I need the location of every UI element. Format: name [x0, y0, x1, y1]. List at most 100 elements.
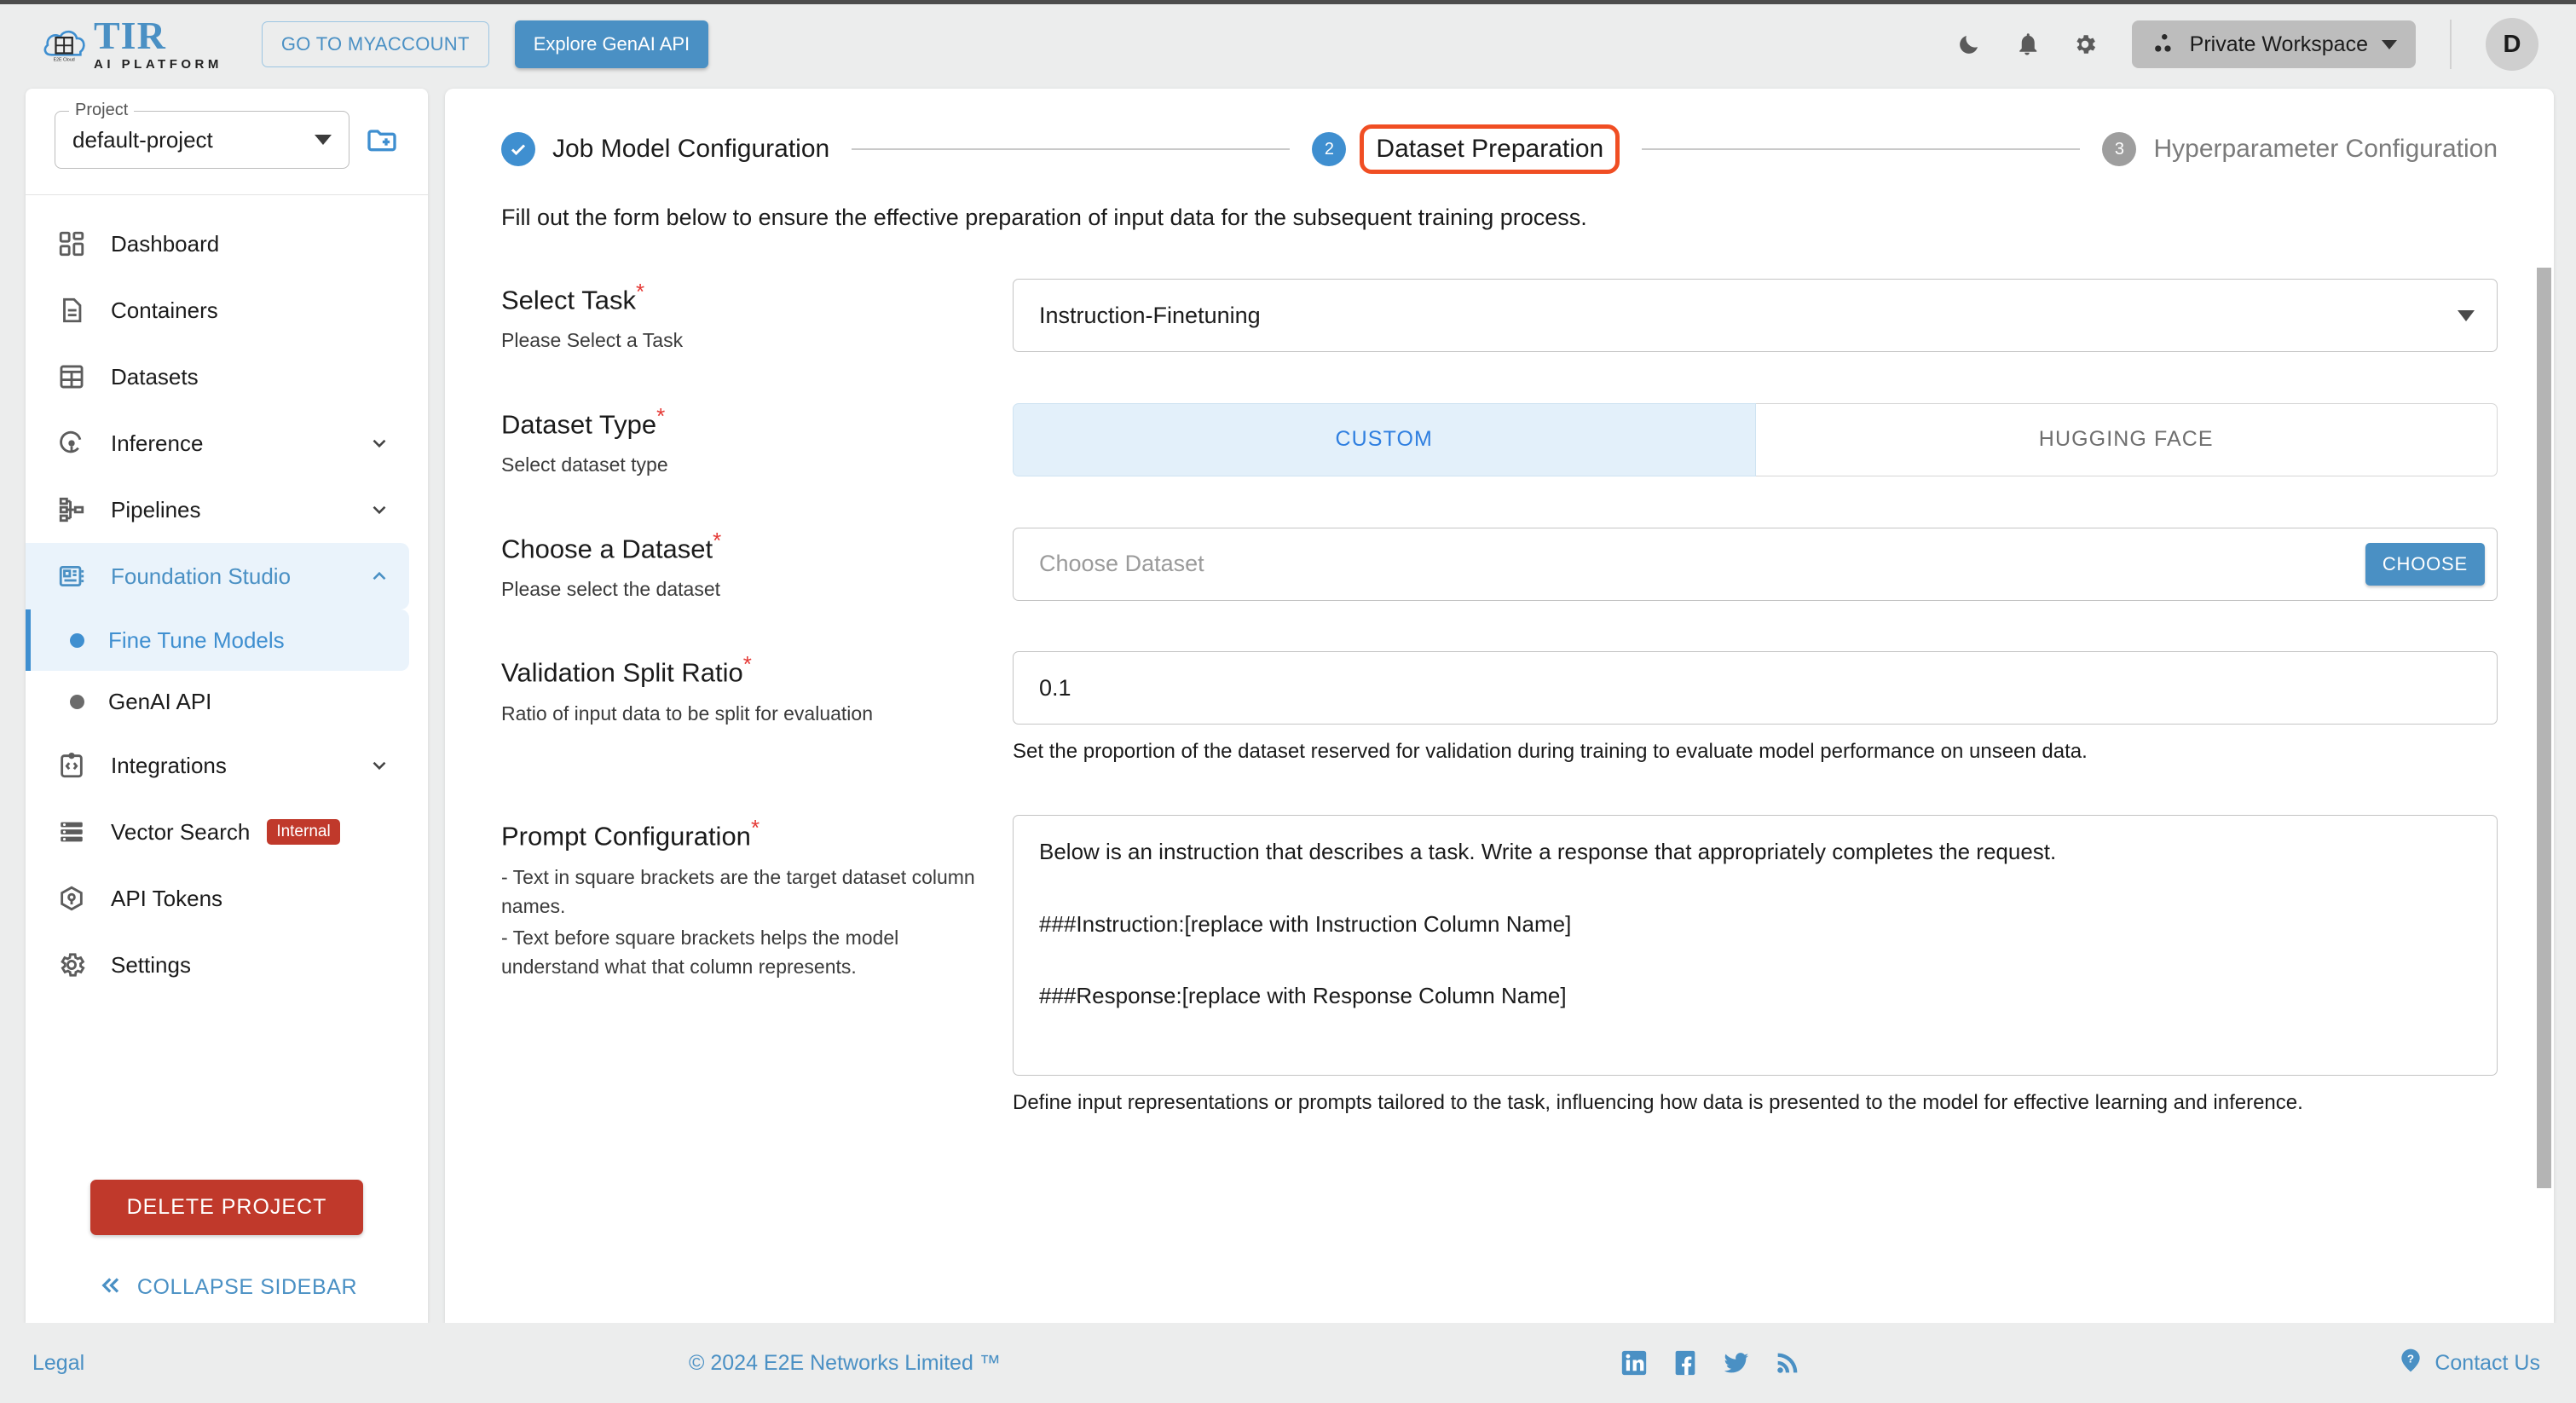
- sidebar-item-containers[interactable]: Containers: [26, 277, 409, 344]
- step-hyperparameter-configuration[interactable]: 3 Hyperparameter Configuration: [2102, 132, 2498, 166]
- footer: Legal © 2024 E2E Networks Limited ™ ? Co…: [0, 1323, 2576, 1403]
- rss-icon[interactable]: [1773, 1348, 1802, 1377]
- svg-text:?: ?: [2407, 1352, 2414, 1365]
- workspace-selector[interactable]: Private Workspace: [2131, 20, 2416, 68]
- brand-logo[interactable]: E2E Cloud TIR AI PLATFORM: [41, 16, 222, 72]
- required-marker: *: [750, 815, 760, 841]
- sidebar-item-api-tokens[interactable]: API Tokens: [26, 865, 409, 932]
- project-legend: Project: [69, 101, 135, 120]
- sidebar-item-label: Datasets: [111, 363, 199, 390]
- step-job-model-configuration[interactable]: Job Model Configuration: [501, 132, 829, 166]
- required-marker: *: [635, 279, 645, 304]
- validation-split-hint: Set the proportion of the dataset reserv…: [1013, 740, 2088, 764]
- sidebar-item-pipelines[interactable]: Pipelines: [26, 476, 409, 543]
- scrollbar-track[interactable]: [2533, 89, 2554, 1323]
- required-marker: *: [742, 651, 752, 678]
- sidebar-footer: DELETE PROJECT COLLAPSE SIDEBAR: [26, 1180, 428, 1323]
- sidebar-item-settings[interactable]: Settings: [26, 932, 409, 998]
- delete-project-button[interactable]: DELETE PROJECT: [90, 1180, 363, 1235]
- sidebar-item-label: Dashboard: [111, 230, 220, 257]
- sidebar-subitem-label: Fine Tune Models: [108, 626, 285, 653]
- chevron-down-icon[interactable]: [368, 754, 390, 777]
- footer-legal-link[interactable]: Legal: [32, 1351, 84, 1376]
- form-row-prompt-configuration: Prompt Configuration* - Text in square b…: [501, 815, 2498, 1118]
- form-row-choose-dataset: Choose a Dataset* Please select the data…: [501, 527, 2498, 604]
- select-task-value: Instruction-Finetuning: [1039, 302, 1261, 328]
- field-subtitle-line2: - Text before square brackets helps the …: [501, 926, 899, 979]
- sidebar-item-datasets[interactable]: Datasets: [26, 344, 409, 410]
- window-chrome-strip: [0, 0, 2576, 4]
- sidebar: Project default-project Dashboard Contai…: [26, 89, 428, 1323]
- chevron-down-icon: [2458, 309, 2475, 321]
- check-icon: [501, 132, 535, 166]
- choose-button[interactable]: CHOOSE: [2365, 542, 2485, 586]
- footer-social-links: [1620, 1348, 1802, 1377]
- dataset-type-toggle-group: CUSTOM HUGGING FACE: [1013, 402, 2498, 476]
- chevron-down-icon[interactable]: [368, 432, 390, 454]
- dataset-type-option-custom[interactable]: CUSTOM: [1013, 402, 1756, 476]
- inference-icon: [55, 426, 89, 460]
- chevron-down-icon: [2382, 39, 2397, 49]
- explore-genai-api-button[interactable]: Explore GenAI API: [514, 20, 709, 68]
- dark-mode-icon[interactable]: [1955, 30, 1984, 59]
- bullet-icon: [70, 632, 84, 648]
- tir-cloud-logo-icon: E2E Cloud: [41, 20, 89, 68]
- prompt-configuration-hint: Define input representations or prompts …: [1013, 1091, 2303, 1115]
- step-label: Hyperparameter Configuration: [2153, 135, 2498, 163]
- sidebar-item-foundation-studio[interactable]: Foundation Studio: [26, 543, 409, 609]
- sidebar-subitem-fine-tune-models[interactable]: Fine Tune Models: [26, 609, 409, 671]
- collapse-sidebar-button[interactable]: COLLAPSE SIDEBAR: [26, 1273, 428, 1302]
- sidebar-item-integrations[interactable]: Integrations: [26, 732, 409, 799]
- contact-us-button[interactable]: ? Contact Us: [2397, 1347, 2540, 1380]
- sidebar-nav: Dashboard Containers Datasets Inference …: [26, 195, 428, 1180]
- field-subtitle: Please Select a Task: [501, 329, 684, 352]
- field-subtitle: Ratio of input data to be split for eval…: [501, 702, 874, 725]
- linkedin-icon[interactable]: [1620, 1348, 1649, 1377]
- sidebar-item-vector-search[interactable]: Vector Search Internal: [26, 799, 409, 865]
- field-subtitle: Please select the dataset: [501, 577, 720, 600]
- sidebar-subitem-label: GenAI API: [108, 688, 212, 714]
- select-task-dropdown[interactable]: Instruction-Finetuning: [1013, 279, 2498, 352]
- choose-dataset-input[interactable]: Choose Dataset CHOOSE: [1013, 527, 2498, 601]
- chevron-up-icon[interactable]: [368, 565, 390, 587]
- validation-split-input[interactable]: 0.1: [1013, 651, 2498, 725]
- required-marker: *: [713, 527, 722, 553]
- sidebar-item-dashboard[interactable]: Dashboard: [26, 211, 409, 277]
- field-label-group: Select Task* Please Select a Task: [501, 279, 1013, 355]
- field-subtitle-line1: - Text in square brackets are the target…: [501, 865, 975, 918]
- project-section: Project default-project: [26, 89, 428, 194]
- sidebar-item-inference[interactable]: Inference: [26, 410, 409, 476]
- step-label: Job Model Configuration: [552, 135, 830, 163]
- chevron-down-icon[interactable]: [368, 499, 390, 521]
- sidebar-item-label: Integrations: [111, 752, 227, 778]
- field-title: Dataset Type*: [501, 403, 979, 440]
- scrollbar-thumb[interactable]: [2537, 268, 2551, 1188]
- avatar[interactable]: D: [2486, 18, 2538, 71]
- stepper: Job Model Configuration 2 Dataset Prepar…: [445, 89, 2554, 174]
- add-folder-icon[interactable]: [365, 123, 399, 157]
- settings-icon[interactable]: [2071, 30, 2099, 59]
- field-title-text: Validation Split Ratio: [501, 657, 743, 688]
- notifications-icon[interactable]: [2013, 30, 2042, 59]
- integrations-icon: [55, 748, 89, 782]
- field-title-text: Select Task: [501, 285, 636, 315]
- field-title: Select Task*: [501, 279, 979, 315]
- field-title: Choose a Dataset*: [501, 528, 979, 564]
- chevron-down-icon: [315, 135, 332, 145]
- project-select[interactable]: Project default-project: [55, 101, 349, 169]
- go-to-myaccount-button[interactable]: GO TO MYACCOUNT: [261, 21, 489, 67]
- sidebar-subitem-genai-api[interactable]: GenAI API: [26, 671, 409, 732]
- step-number-badge: 2: [1312, 132, 1347, 166]
- footer-copyright: © 2024 E2E Networks Limited ™: [689, 1350, 1001, 1375]
- facebook-icon[interactable]: [1671, 1348, 1700, 1377]
- dataset-type-option-hugging-face[interactable]: HUGGING FACE: [1755, 402, 2498, 476]
- divider: [2450, 20, 2452, 69]
- step-dataset-preparation[interactable]: 2 Dataset Preparation: [1312, 124, 1620, 174]
- required-marker: *: [656, 402, 666, 429]
- field-control: CUSTOM HUGGING FACE: [1013, 402, 2498, 480]
- sidebar-item-label: Inference: [111, 430, 204, 456]
- collapse-sidebar-label: COLLAPSE SIDEBAR: [136, 1275, 358, 1299]
- prompt-configuration-textarea[interactable]: Below is an instruction that describes a…: [1013, 815, 2498, 1077]
- twitter-icon[interactable]: [1722, 1348, 1751, 1377]
- contact-us-label: Contact Us: [2434, 1350, 2540, 1375]
